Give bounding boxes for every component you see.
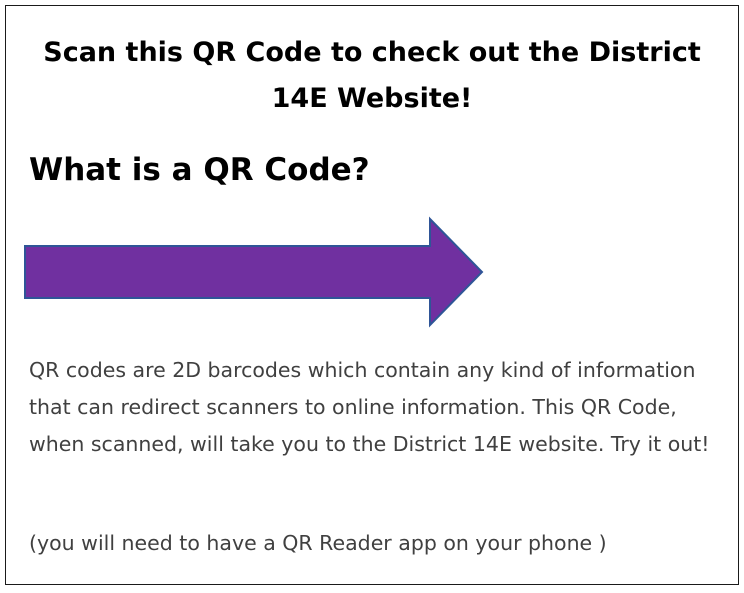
- right-arrow-icon: [24, 216, 484, 328]
- headline: Scan this QR Code to check out the Distr…: [43, 37, 701, 114]
- app-note: (you will need to have a QR Reader app o…: [29, 531, 607, 555]
- body-text: QR codes are 2D barcodes which contain a…: [29, 358, 710, 456]
- subheading: What is a QR Code?: [29, 152, 370, 188]
